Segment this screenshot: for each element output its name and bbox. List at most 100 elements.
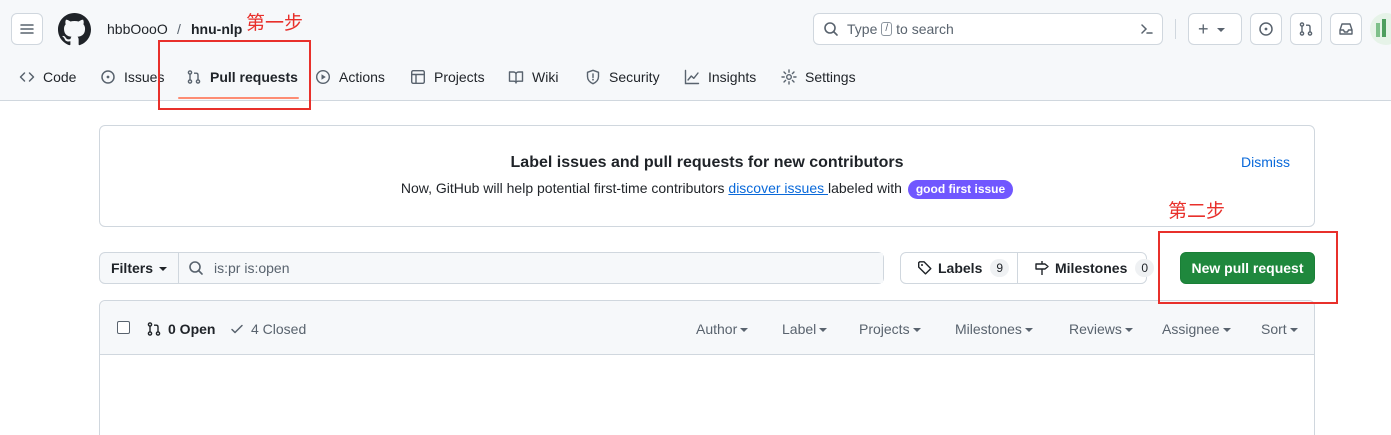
discover-issues-link[interactable]: discover issues [728,180,828,196]
command-palette-button[interactable] [1131,13,1163,45]
tab-security[interactable]: Security [585,66,660,88]
tab-insights[interactable]: Insights [684,66,756,88]
projects-filter[interactable]: Projects [859,320,921,338]
divider [1017,253,1018,283]
chevron-down-icon [1124,328,1133,332]
assignee-filter[interactable]: Assignee [1162,320,1231,338]
repo-link[interactable]: hnu-nlp [191,20,242,38]
hamburger-icon [20,24,34,34]
search-icon [189,261,203,275]
labels-milestones-group: Labels 9 Milestones 0 [900,252,1155,284]
chevron-down-icon [159,267,167,271]
graph-icon [684,69,700,85]
breadcrumb-separator: / [177,21,181,37]
gear-icon [781,69,797,85]
tab-code[interactable]: Code [19,66,76,88]
inbox-button[interactable] [1330,13,1362,45]
milestones-filter[interactable]: Milestones [955,320,1033,338]
milestones-button[interactable]: Milestones 0 [1034,253,1155,283]
tab-label: Settings [805,69,856,85]
closed-filter[interactable]: 4 Closed [229,320,306,338]
milestones-label: Milestones [1055,260,1128,276]
open-count: 0 Open [168,321,216,337]
menu-button[interactable] [11,13,43,45]
labels-button[interactable]: Labels 9 [917,253,1010,283]
tab-label: Projects [434,69,485,85]
git-pull-request-icon [1299,22,1313,36]
step1-annotation: 第一步 [246,12,304,34]
search-suffix: to search [896,21,954,37]
tab-wiki[interactable]: Wiki [508,66,558,88]
inbox-icon [1339,23,1353,35]
chevron-down-icon [1289,328,1298,332]
chevron-down-icon [740,328,749,332]
filter-label: Milestones [955,321,1022,337]
pull-requests-button[interactable] [1290,13,1322,45]
search-icon [824,22,838,36]
play-icon [315,69,331,85]
step1-highlight-box [158,40,311,110]
chevron-down-icon [1024,328,1033,332]
search-input[interactable]: Type / to search [813,13,1163,45]
github-logo-icon[interactable] [58,13,91,46]
banner-title: Label issues and pull requests for new c… [510,154,904,171]
tab-label: Wiki [532,69,559,85]
filters-button[interactable]: Filters [100,253,179,283]
divider [1175,19,1176,39]
tab-projects[interactable]: Projects [410,66,485,88]
author-filter[interactable]: Author [696,320,749,338]
table-icon [411,70,426,85]
banner-text-before: Now, GitHub will help potential first-ti… [400,180,729,196]
milestone-icon [1035,261,1049,275]
issues-button[interactable] [1250,13,1282,45]
filter-label: Reviews [1069,321,1122,337]
new-contributors-banner: Label issues and pull requests for new c… [99,125,1315,227]
check-icon [231,324,243,334]
create-new-button[interactable]: + [1188,13,1242,45]
labels-count: 9 [990,259,1010,277]
tab-actions[interactable]: Actions [315,66,385,88]
list-header: 0 Open 4 Closed Author Label Projects Mi… [100,301,1314,355]
step2-annotation: 第二步 [1168,200,1226,222]
plus-icon: + [1198,19,1209,39]
book-icon [508,71,524,84]
tab-settings[interactable]: Settings [781,66,856,88]
search-prefix: Type [847,21,878,37]
banner-text: Now, GitHub will help potential first-ti… [100,180,1314,199]
tab-label: Code [43,69,77,85]
reviews-filter[interactable]: Reviews [1069,320,1133,338]
open-filter[interactable]: 0 Open [146,320,215,338]
banner-text-after: labeled with [828,180,906,196]
step2-highlight-box [1158,231,1338,304]
label-filter[interactable]: Label [782,320,828,338]
filter-label: Author [696,321,738,337]
select-all-checkbox[interactable] [117,321,130,334]
filter-label: Sort [1261,321,1287,337]
chevron-down-icon [1222,328,1231,332]
avatar[interactable] [1370,13,1391,45]
tab-issues[interactable]: Issues [100,66,164,88]
search-shortcut-key: / [881,22,893,36]
tag-icon [918,261,932,275]
shield-icon [586,69,600,85]
tab-label: Insights [708,69,757,85]
tab-label: Actions [339,69,385,85]
sort-filter[interactable]: Sort [1261,320,1298,338]
filter-query: is:pr is:open [214,260,290,276]
issue-opened-icon [101,70,115,84]
filter-label: Label [782,321,817,337]
good-first-issue-label[interactable]: good first issue [907,180,1014,199]
code-icon [19,72,35,82]
filter-label: Assignee [1162,321,1220,337]
dismiss-button[interactable]: Dismiss [1241,154,1290,170]
filters-label: Filters [110,260,153,276]
labels-label: Labels [938,260,983,276]
chevron-down-icon [912,328,921,332]
filter-input[interactable]: is:pr is:open [179,253,883,283]
owner-link[interactable]: hbbOooO [107,20,168,38]
milestones-count: 0 [1135,259,1155,277]
terminal-icon [1141,24,1153,34]
chevron-down-icon [819,328,828,332]
issue-opened-icon [1259,22,1273,36]
filter-bar: Filters is:pr is:open [99,252,884,284]
